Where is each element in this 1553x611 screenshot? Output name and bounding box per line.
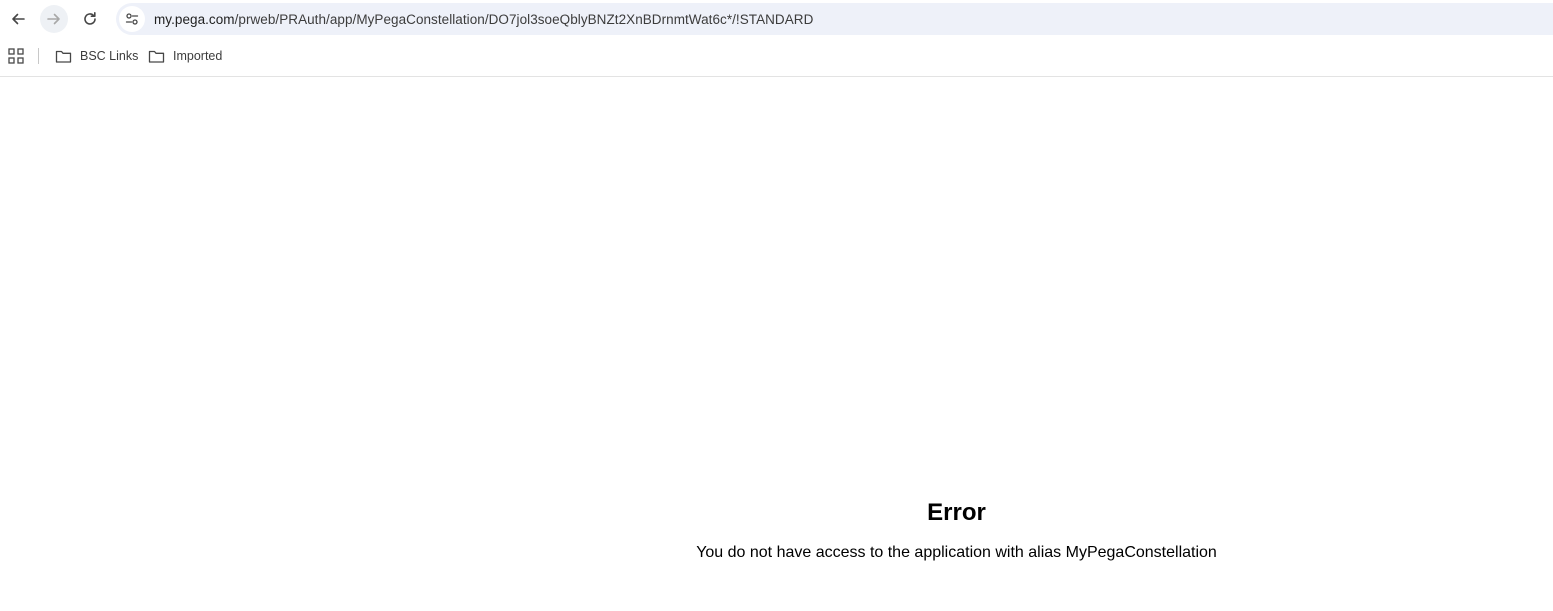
url-text[interactable]: my.pega.com/prweb/PRAuth/app/MyPegaConst… <box>154 12 813 27</box>
bookmark-folder-bsc-links[interactable]: BSC Links <box>55 46 138 66</box>
error-message: You do not have access to the applicatio… <box>696 544 1217 561</box>
arrow-right-icon <box>47 13 60 25</box>
bookmarks-bar: BSC Links Imported <box>0 38 1553 77</box>
back-button[interactable] <box>4 5 32 33</box>
tune-icon <box>125 13 139 25</box>
folder-icon <box>55 50 72 63</box>
bookmark-label: BSC Links <box>80 49 139 63</box>
address-bar[interactable]: my.pega.com/prweb/PRAuth/app/MyPegaConst… <box>116 3 1553 35</box>
page-content: Error You do not have access to the appl… <box>0 77 1553 611</box>
error-title: Error <box>927 499 986 526</box>
reload-button[interactable] <box>76 5 104 33</box>
forward-button[interactable] <box>40 5 68 33</box>
reload-icon <box>84 12 96 25</box>
url-path: /prweb/PRAuth/app/MyPegaConstellation/DO… <box>234 11 814 27</box>
url-host: my.pega.com <box>154 11 235 27</box>
browser-toolbar: my.pega.com/prweb/PRAuth/app/MyPegaConst… <box>0 0 1553 38</box>
bookmark-folder-imported[interactable]: Imported <box>148 46 222 66</box>
bookmarks-separator <box>38 48 39 64</box>
arrow-left-icon <box>12 13 25 25</box>
bookmark-label: Imported <box>173 49 223 63</box>
folder-icon <box>148 50 165 63</box>
apps-grid-icon[interactable] <box>8 48 24 64</box>
site-info-button[interactable] <box>119 6 145 32</box>
